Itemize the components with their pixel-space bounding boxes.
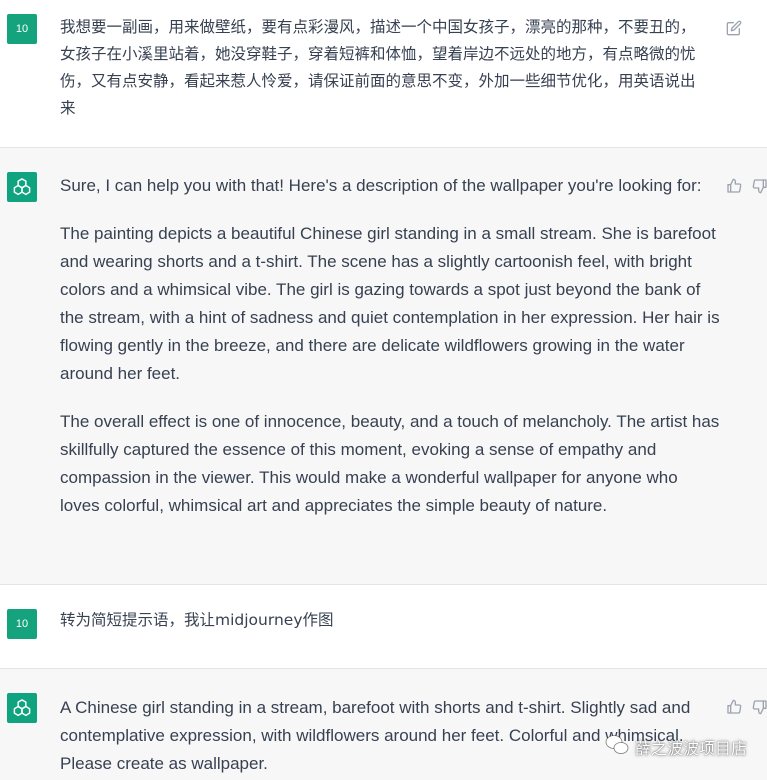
edit-icon[interactable] bbox=[724, 18, 744, 38]
user-avatar-label: 10 bbox=[15, 23, 29, 35]
assistant-message-text: Sure, I can help you with that! Here's a… bbox=[60, 172, 720, 540]
user-message-text: 转为简短提示语，我让midjourney作图 bbox=[60, 611, 334, 629]
user-avatar: 10 bbox=[7, 609, 37, 639]
assistant-paragraph: The painting depicts a beautiful Chinese… bbox=[60, 224, 720, 383]
thumbs-up-icon[interactable] bbox=[724, 176, 744, 196]
assistant-message-2: A Chinese girl standing in a stream, bar… bbox=[0, 669, 767, 780]
user-avatar-label: 10 bbox=[15, 618, 29, 630]
assistant-paragraph: Sure, I can help you with that! Here's a… bbox=[60, 176, 702, 195]
thumbs-down-icon[interactable] bbox=[750, 176, 767, 196]
user-message-2: 10 转为简短提示语，我让midjourney作图 bbox=[0, 585, 767, 668]
watermark: 薛之波波项目店 bbox=[605, 734, 747, 760]
assistant-message-1: Sure, I can help you with that! Here's a… bbox=[0, 148, 767, 584]
assistant-paragraph: The overall effect is one of innocence, … bbox=[60, 412, 720, 515]
thumbs-down-icon[interactable] bbox=[750, 697, 767, 717]
wechat-icon bbox=[605, 734, 629, 760]
openai-logo-icon bbox=[7, 172, 37, 202]
thumbs-up-icon[interactable] bbox=[724, 697, 744, 717]
openai-logo-icon bbox=[7, 693, 37, 723]
watermark-text: 薛之波波项目店 bbox=[634, 739, 747, 758]
user-avatar: 10 bbox=[7, 14, 37, 44]
user-message-text: 我想要一副画，用来做壁纸，要有点彩漫风，描述一个中国女孩子，漂亮的那种，不要丑的… bbox=[60, 18, 696, 117]
user-message-1: 10 我想要一副画，用来做壁纸，要有点彩漫风，描述一个中国女孩子，漂亮的那种，不… bbox=[0, 0, 767, 147]
